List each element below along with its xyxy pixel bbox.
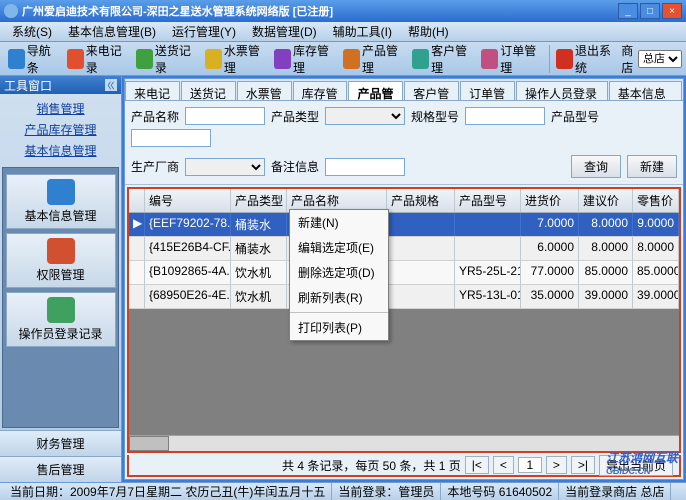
ctx-item-0[interactable]: 新建(N): [290, 210, 388, 235]
tab-7[interactable]: 操作人员登录记录: [516, 81, 608, 100]
toolbar-icon-7: [481, 49, 498, 69]
filter-factory-label: 生产厂商: [131, 158, 179, 175]
tab-1[interactable]: 送货记录: [181, 81, 236, 100]
status-user: 当前登录：管理员: [332, 483, 441, 500]
filter-pno-input[interactable]: [131, 129, 211, 147]
menu-item-5[interactable]: 帮助(H): [400, 23, 457, 40]
side-btn-icon-0: [47, 179, 75, 205]
horizontal-scrollbar[interactable]: [129, 435, 679, 451]
col-6[interactable]: 进货价: [521, 189, 579, 212]
pager-next-button[interactable]: >: [546, 456, 567, 474]
pager-page-input[interactable]: [518, 457, 542, 473]
status-date: 当前日期：2009年7月7日星期二 农历己丑(牛)年闰五月十五: [4, 483, 332, 500]
minimize-button[interactable]: _: [618, 3, 638, 19]
table-row[interactable]: ▶{EEF79202-78...桶装水7.00008.00009.0000: [129, 213, 679, 237]
ctx-item-3[interactable]: 刷新列表(R): [290, 285, 388, 310]
menu-item-1[interactable]: 基本信息管理(B): [60, 23, 164, 40]
menu-item-3[interactable]: 数据管理(D): [244, 23, 325, 40]
pager-last-button[interactable]: >|: [571, 456, 595, 474]
close-button[interactable]: ×: [662, 3, 682, 19]
table-row[interactable]: {B1092865-4A...饮水机YR5-25L-2177.000085.00…: [129, 261, 679, 285]
toolbar-2[interactable]: 送货记录: [132, 40, 199, 78]
tab-8[interactable]: 基本信息管理: [609, 81, 682, 100]
menu-item-4[interactable]: 辅助工具(I): [325, 23, 400, 40]
exit-button[interactable]: 退出系统: [552, 40, 619, 78]
col-2[interactable]: 产品类型: [231, 189, 287, 212]
tab-0[interactable]: 来电记录: [125, 81, 180, 100]
col-7[interactable]: 建议价: [579, 189, 633, 212]
side-btn-2[interactable]: 操作员登录记录: [6, 292, 116, 347]
filter-type-select[interactable]: [325, 107, 405, 125]
col-0[interactable]: [129, 189, 145, 212]
col-4[interactable]: 产品规格: [387, 189, 455, 212]
side-link-0[interactable]: 销售管理: [0, 98, 121, 119]
filter-note-input[interactable]: [325, 158, 405, 176]
ctx-item-4[interactable]: 打印列表(P): [290, 315, 388, 340]
new-button[interactable]: 新建: [627, 155, 677, 178]
tab-3[interactable]: 库存管理: [293, 81, 348, 100]
toolbar-icon-4: [274, 49, 291, 69]
filter-pno-label: 产品型号: [551, 108, 599, 125]
store-select[interactable]: 总店: [638, 50, 682, 68]
window-title: 广州爱启迪技术有限公司-深田之星送水管理系统网络版 [已注册]: [22, 3, 618, 19]
sidebar-collapse-icon[interactable]: ㄍ: [105, 79, 117, 91]
side-foot-0[interactable]: 财务管理: [0, 430, 121, 456]
side-btn-1[interactable]: 权限管理: [6, 233, 116, 288]
tab-6[interactable]: 订单管理: [460, 81, 515, 100]
side-link-1[interactable]: 产品库存管理: [0, 119, 121, 140]
toolbar-0[interactable]: 导航条: [4, 40, 61, 78]
col-5[interactable]: 产品型号: [455, 189, 521, 212]
pager-summary: 共 4 条记录，每页 50 条，共 1 页: [282, 457, 461, 474]
status-store: 当前登录商店 总店: [559, 483, 671, 500]
exit-icon: [556, 49, 573, 69]
side-foot-1[interactable]: 售后管理: [0, 456, 121, 482]
tab-2[interactable]: 水票管理: [237, 81, 292, 100]
toolbar-3[interactable]: 水票管理: [201, 40, 268, 78]
maximize-button[interactable]: □: [640, 3, 660, 19]
toolbar-1[interactable]: 来电记录: [63, 40, 130, 78]
sidebar-title: 工具窗口: [4, 77, 52, 94]
toolbar-icon-0: [8, 49, 25, 69]
tab-4[interactable]: 产品管理: [348, 81, 403, 100]
toolbar-icon-6: [412, 49, 429, 69]
ctx-item-2[interactable]: 删除选定项(D): [290, 260, 388, 285]
filter-spec-input[interactable]: [465, 107, 545, 125]
tab-5[interactable]: 客户管理: [404, 81, 459, 100]
filter-name-input[interactable]: [185, 107, 265, 125]
filter-factory-select[interactable]: [185, 158, 265, 176]
pager-prev-button[interactable]: <: [493, 456, 514, 474]
status-code: 本地号码 61640502: [441, 483, 559, 500]
filter-name-label: 产品名称: [131, 108, 179, 125]
toolbar-4[interactable]: 库存管理: [270, 40, 337, 78]
filter-spec-label: 规格型号: [411, 108, 459, 125]
toolbar-6[interactable]: 客户管理: [408, 40, 475, 78]
toolbar-icon-3: [205, 49, 222, 69]
query-button[interactable]: 查询: [571, 155, 621, 178]
toolbar-icon-5: [343, 49, 360, 69]
store-label: 商店: [621, 42, 634, 76]
toolbar-7[interactable]: 订单管理: [477, 40, 544, 78]
col-8[interactable]: 零售价: [633, 189, 679, 212]
filter-note-label: 备注信息: [271, 158, 319, 175]
toolbar-5[interactable]: 产品管理: [339, 40, 406, 78]
ctx-item-1[interactable]: 编辑选定项(E): [290, 235, 388, 260]
side-btn-0[interactable]: 基本信息管理: [6, 174, 116, 229]
side-btn-icon-2: [47, 297, 75, 323]
app-icon: [4, 4, 18, 18]
side-link-2[interactable]: 基本信息管理: [0, 140, 121, 161]
pager-first-button[interactable]: |<: [465, 456, 489, 474]
menu-item-2[interactable]: 运行管理(Y): [164, 23, 244, 40]
toolbar-icon-2: [136, 49, 153, 69]
side-btn-icon-1: [47, 238, 75, 264]
filter-type-label: 产品类型: [271, 108, 319, 125]
col-1[interactable]: 编号: [145, 189, 231, 212]
table-row[interactable]: {68950E26-4E...饮水机YR5-13L-0135.000039.00…: [129, 285, 679, 309]
export-button[interactable]: 导出当前页: [599, 455, 673, 476]
table-row[interactable]: {415E26B4-CF...桶装水6.00008.00008.0000: [129, 237, 679, 261]
menu-item-0[interactable]: 系统(S): [4, 23, 60, 40]
toolbar-icon-1: [67, 49, 84, 69]
